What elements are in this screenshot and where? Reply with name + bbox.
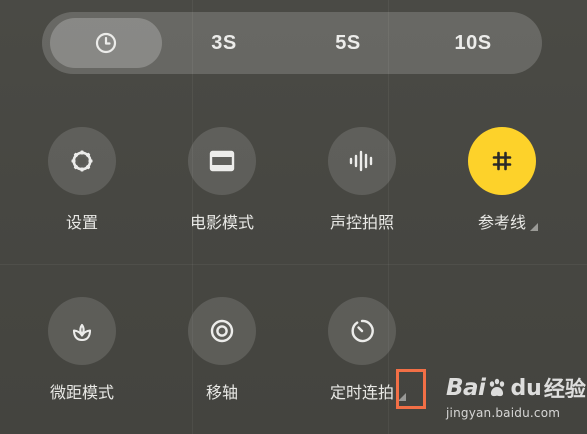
grid-hash-icon <box>492 151 512 171</box>
timer-option-off[interactable] <box>50 18 162 68</box>
voice-shutter-label: 声控拍照 <box>329 213 394 232</box>
macro-mode-button[interactable] <box>48 297 116 365</box>
paw-icon <box>490 378 505 397</box>
target-ring-icon <box>210 319 234 343</box>
timer-selector: 3S 5S 10S <box>42 12 542 74</box>
timer-option-5s[interactable]: 5S <box>286 18 410 68</box>
annotation-highlight-box <box>396 369 426 409</box>
submenu-corner-icon <box>530 223 538 231</box>
watermark-brand-du: du <box>510 375 542 401</box>
sound-wave-icon <box>349 150 373 172</box>
watermark-brand-bai: Bai <box>446 375 486 401</box>
timer-option-label: 10S <box>454 31 492 54</box>
grid-lines-label-text: 参考线 <box>477 213 526 232</box>
movie-mode-tile[interactable]: 电影模式 <box>152 127 292 233</box>
grid-lines-label: 参考线 <box>477 209 538 233</box>
watermark-url: jingyan.baidu.com <box>446 406 561 420</box>
movie-mode-button[interactable] <box>188 127 256 195</box>
settings-label: 设置 <box>65 213 98 232</box>
tilt-shift-button[interactable] <box>188 297 256 365</box>
macro-mode-label: 微距模式 <box>49 383 114 402</box>
settings-tile[interactable]: 设置 <box>12 127 152 233</box>
baidu-jingyan-watermark: Bai du 经验 jingyan.baidu.com <box>446 372 586 428</box>
movie-mode-label: 电影模式 <box>189 213 254 232</box>
timer-option-label: 5S <box>335 31 361 54</box>
flower-icon <box>72 323 92 342</box>
tilt-shift-tile[interactable]: 移轴 <box>152 297 292 403</box>
timed-burst-button[interactable] <box>328 297 396 365</box>
grid-lines-button[interactable] <box>468 127 536 195</box>
timer-option-3s[interactable]: 3S <box>162 18 286 68</box>
timer-burst-icon <box>351 319 374 343</box>
voice-shutter-tile[interactable]: 声控拍照 <box>292 127 432 233</box>
settings-button[interactable] <box>48 127 116 195</box>
grid-lines-tile[interactable]: 参考线 <box>432 127 572 233</box>
voice-shutter-button[interactable] <box>328 127 396 195</box>
watermark-logo: Bai du 经验 <box>446 372 586 404</box>
watermark-brand-jingyan: 经验 <box>543 377 586 401</box>
tilt-shift-label: 移轴 <box>205 383 238 402</box>
timed-burst-label: 定时连拍 <box>329 379 406 403</box>
timer-option-10s[interactable]: 10S <box>410 18 536 68</box>
timer-option-label: 3S <box>211 31 237 54</box>
grid-line <box>0 264 587 265</box>
macro-mode-tile[interactable]: 微距模式 <box>12 297 152 403</box>
timed-burst-label-text: 定时连拍 <box>329 383 394 402</box>
movie-frame-icon <box>209 150 235 172</box>
gear-icon <box>71 150 93 172</box>
clock-icon <box>95 32 117 54</box>
